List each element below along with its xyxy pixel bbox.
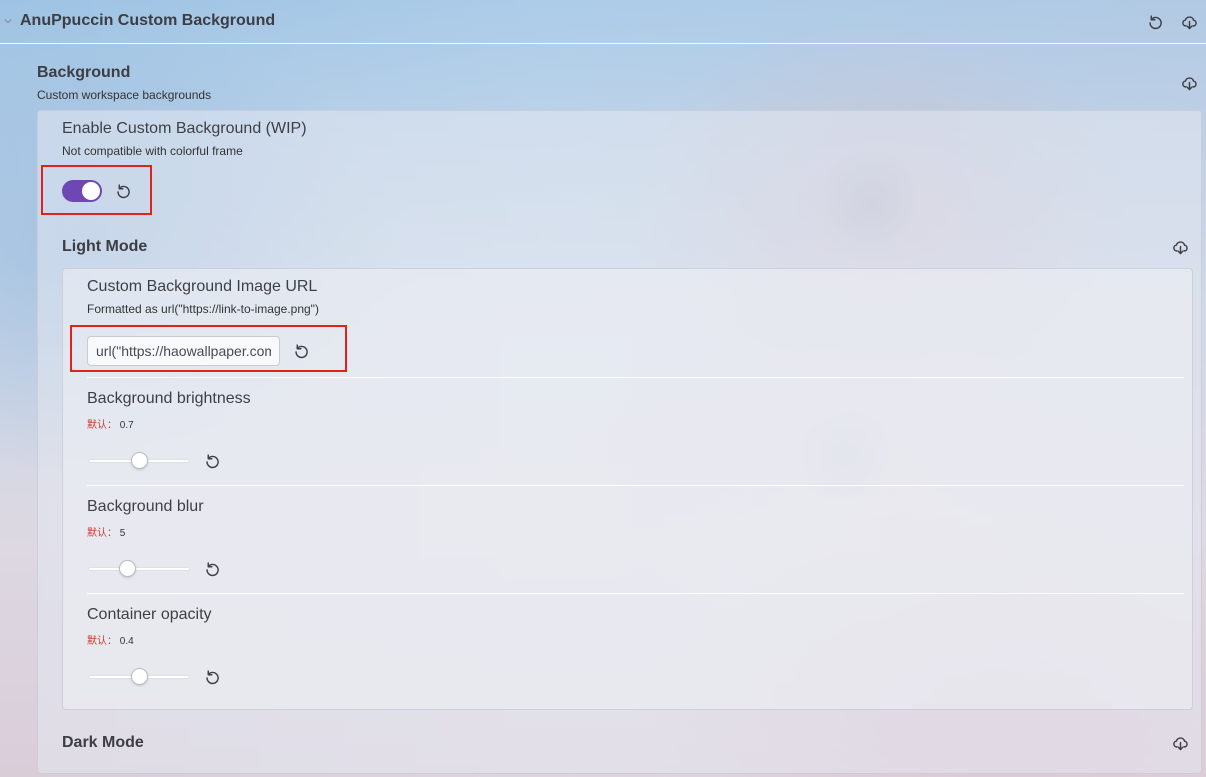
enable-background-description: Not compatible with colorful frame [62, 144, 243, 158]
image-url-description: Formatted as url("https://link-to-image.… [87, 302, 319, 316]
reset-section-button[interactable] [1145, 12, 1165, 32]
default-label: 默认： [87, 420, 117, 431]
default-label: 默认： [87, 528, 117, 539]
brightness-slider[interactable] [89, 451, 189, 471]
reset-icon [205, 561, 219, 576]
cloud-download-icon [1172, 240, 1188, 254]
cloud-download-icon [1181, 76, 1197, 90]
settings-pane: AnuPpuccin Custom Background Background … [0, 0, 1206, 777]
cloud-download-icon [1181, 15, 1197, 29]
light-mode-heading: Light Mode [62, 238, 148, 255]
slider-thumb[interactable] [131, 452, 148, 469]
enable-background-label: Enable Custom Background (WIP) [62, 120, 307, 137]
export-light-mode-button[interactable] [1170, 237, 1190, 257]
divider [87, 485, 1184, 486]
dark-mode-heading: Dark Mode [62, 734, 144, 751]
opacity-label: Container opacity [87, 606, 212, 623]
slider-thumb[interactable] [131, 668, 148, 685]
reset-image-url-button[interactable] [291, 341, 311, 361]
divider [87, 593, 1184, 594]
opacity-default: 默认： 0.4 [87, 632, 134, 647]
opacity-slider[interactable] [89, 667, 189, 687]
slider-thumb[interactable] [119, 560, 137, 577]
section-header[interactable]: AnuPpuccin Custom Background [0, 0, 1206, 44]
default-value: 5 [119, 528, 126, 539]
blur-slider[interactable] [89, 559, 189, 579]
reset-icon [205, 453, 219, 468]
background-description: Custom workspace backgrounds [37, 88, 212, 102]
cloud-download-icon [1172, 736, 1188, 750]
chevron-down-icon[interactable] [3, 16, 13, 26]
export-dark-mode-button[interactable] [1170, 733, 1190, 753]
image-url-label: Custom Background Image URL [87, 278, 318, 295]
export-section-button[interactable] [1179, 12, 1199, 32]
background-heading: Background [37, 64, 131, 81]
section-title: AnuPpuccin Custom Background [20, 12, 276, 29]
reset-icon [1148, 14, 1162, 29]
reset-opacity-button[interactable] [202, 667, 222, 687]
brightness-default: 默认： 0.7 [87, 416, 134, 431]
reset-icon [205, 669, 219, 684]
reset-blur-button[interactable] [202, 559, 222, 579]
enable-background-toggle[interactable] [62, 180, 102, 202]
blur-label: Background blur [87, 498, 204, 515]
default-value: 0.4 [119, 636, 134, 647]
toggle-knob [82, 182, 100, 200]
export-background-button[interactable] [1179, 73, 1199, 93]
blur-default: 默认： 5 [87, 524, 125, 539]
default-value: 0.7 [119, 420, 134, 431]
default-label: 默认： [87, 636, 117, 647]
image-url-input[interactable] [87, 336, 280, 366]
reset-brightness-button[interactable] [202, 451, 222, 471]
reset-enable-button[interactable] [113, 181, 133, 201]
slider-track [89, 568, 189, 570]
brightness-label: Background brightness [87, 390, 251, 407]
divider [87, 377, 1184, 378]
reset-icon [294, 343, 308, 358]
reset-icon [116, 183, 130, 198]
